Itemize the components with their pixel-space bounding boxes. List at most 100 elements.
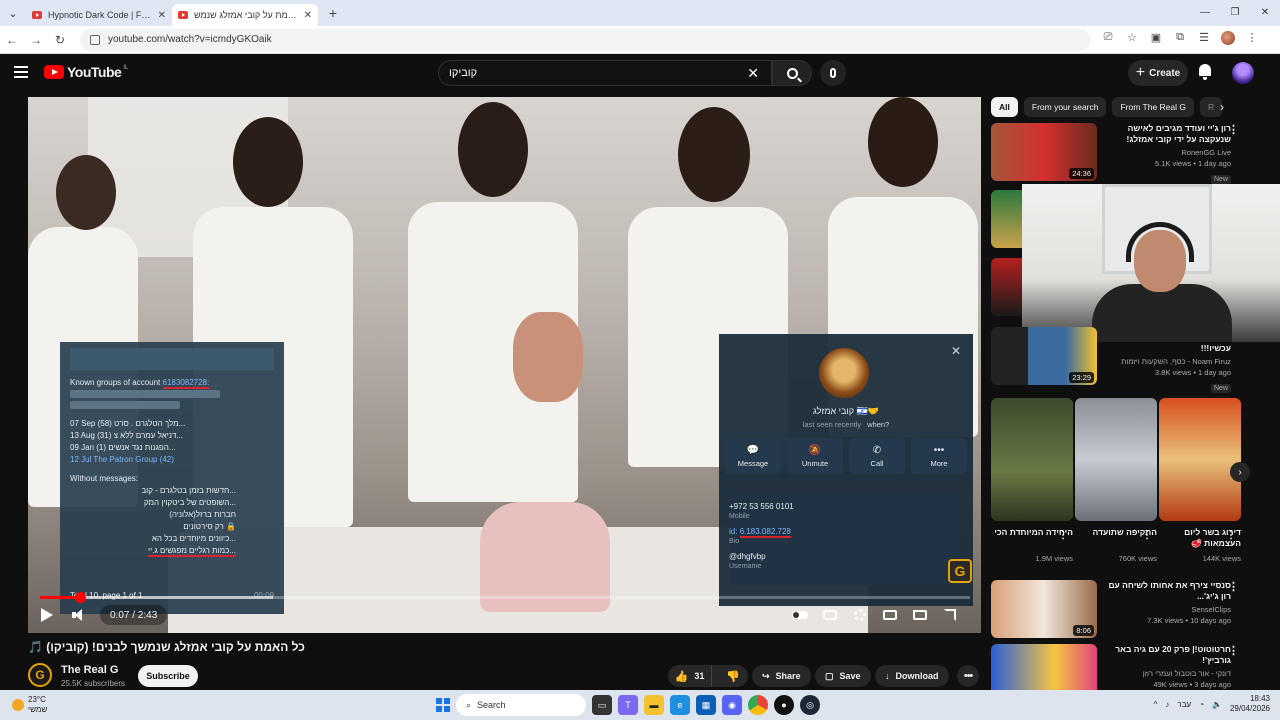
maximize-icon[interactable]: ❐	[1220, 0, 1250, 24]
fullscreen-button[interactable]	[940, 606, 960, 624]
windows-start-icon[interactable]	[436, 698, 450, 712]
profile-avatar[interactable]	[1216, 31, 1240, 48]
language-indicator[interactable]: עבר	[1177, 700, 1191, 709]
share-button[interactable]: ↪ Share	[752, 665, 811, 687]
subscribe-button[interactable]: Subscribe	[138, 665, 198, 687]
related-video[interactable]: 8:06 סנסיי צירף את אחותו לשיחה עם רון ג'…	[991, 580, 1251, 640]
play-button[interactable]	[41, 608, 53, 622]
youtube-logo[interactable]: YouTube IL	[44, 64, 128, 80]
edge-icon[interactable]: e	[670, 695, 690, 715]
speaker-icon[interactable]: 🔈	[1212, 700, 1222, 709]
video-channel[interactable]: Noam Firuz - כסף, השקעות ויזמות	[1101, 357, 1231, 366]
reload-icon[interactable]: ↻	[48, 33, 72, 47]
related-video[interactable]: חרטוטוט!| פרק 20 עם גיה באר גורביץ'! דונ…	[991, 644, 1251, 690]
chrome-icon[interactable]	[748, 695, 768, 715]
video-thumbnail[interactable]	[991, 190, 1023, 248]
hamburger-menu-icon[interactable]	[14, 66, 28, 78]
forward-icon[interactable]: →	[24, 33, 48, 47]
chip-from-search[interactable]: From your search	[1023, 97, 1107, 117]
like-button[interactable]: 👍 31	[668, 665, 712, 687]
taskbar-search[interactable]: ⌕ Search	[456, 694, 586, 716]
video-title[interactable]: עכשיו!!!	[1101, 343, 1231, 354]
video-title[interactable]: סנסיי צירף את אחותו לשיחה עם רון ג'יג'..…	[1101, 580, 1231, 602]
video-channel[interactable]: SenselClips	[1101, 605, 1231, 614]
username-row: @dhgfvbp Username	[729, 552, 959, 570]
weather-widget[interactable]: 23°C שמשי	[12, 695, 47, 715]
minimize-icon[interactable]: —	[1190, 0, 1220, 24]
miniplayer-button[interactable]	[880, 606, 900, 624]
volume-icon[interactable]	[72, 608, 86, 622]
short-thumbnail[interactable]	[1075, 398, 1157, 521]
chip-all[interactable]: All	[991, 97, 1018, 117]
related-video[interactable]: 24:36 רון ג'יי ועודד מגיבים לאישה שנעקצה…	[991, 123, 1251, 184]
video-channel[interactable]: RonenGG Live	[1101, 148, 1231, 157]
short-thumbnail[interactable]	[1159, 398, 1241, 521]
more-options-icon[interactable]: ⋮	[1142, 530, 1152, 541]
more-options-icon[interactable]: ⋮	[1228, 644, 1239, 657]
channel-avatar[interactable]: G	[28, 663, 52, 687]
discord-icon[interactable]: ◉	[722, 695, 742, 715]
mic-tray-icon[interactable]: ♪	[1165, 700, 1169, 709]
tab-search-icon[interactable]: ☰	[1192, 31, 1216, 48]
extension-icon[interactable]: ▣	[1144, 31, 1168, 48]
short-thumbnail[interactable]	[991, 398, 1073, 521]
voice-search-button[interactable]	[820, 60, 846, 86]
site-info-icon[interactable]	[90, 34, 100, 45]
teams-icon[interactable]: T	[618, 695, 638, 715]
more-options-icon[interactable]: ⋮	[1228, 123, 1239, 136]
steam-icon[interactable]: ◎	[800, 695, 820, 715]
wifi-icon[interactable]: ◔	[1199, 700, 1204, 709]
tray-chevron-icon[interactable]: ^	[1154, 700, 1158, 709]
tab-search-icon[interactable]: ⌄	[0, 0, 26, 26]
url-input[interactable]: youtube.com/watch?v=icmdyGKOaik	[80, 28, 1090, 51]
create-button[interactable]: + Create	[1128, 60, 1188, 86]
video-player[interactable]: Known groups of account 6183082728: 07 S…	[28, 97, 981, 633]
download-button[interactable]: ↓ Download	[875, 665, 949, 687]
autoplay-toggle[interactable]	[790, 606, 810, 624]
video-title[interactable]: רון ג'יי ועודד מגיבים לאישה שנעקצה על יד…	[1101, 123, 1231, 145]
bookmark-star-icon[interactable]: ☆	[1120, 31, 1144, 48]
more-actions-button[interactable]: •••	[957, 665, 979, 687]
channel-watermark-icon[interactable]: G	[948, 559, 972, 583]
browser-menu-icon[interactable]: ⋮	[1240, 31, 1264, 48]
close-tab-icon[interactable]: ✕	[158, 10, 166, 21]
cast-button[interactable]	[910, 606, 930, 624]
cast-icon[interactable]: ⎚	[1096, 31, 1120, 48]
chevron-right-icon[interactable]: ›	[1220, 100, 1224, 114]
chip-from-channel[interactable]: From The Real G	[1112, 97, 1194, 117]
new-tab-button[interactable]: +	[322, 5, 344, 21]
dislike-button[interactable]: 👎	[718, 670, 748, 683]
task-view-icon[interactable]: ▭	[592, 695, 612, 715]
close-tab-icon[interactable]: ✕	[304, 10, 312, 21]
clock[interactable]: 18:43 29/04/2026	[1230, 694, 1270, 714]
search-input[interactable]: קוביקו ✕	[438, 60, 772, 86]
settings-button[interactable]	[850, 606, 870, 624]
extensions-puzzle-icon[interactable]: ⧉	[1168, 31, 1192, 48]
back-icon[interactable]: ←	[0, 33, 24, 47]
channel-name[interactable]: The Real G	[61, 664, 118, 676]
video-thumbnail[interactable]	[991, 258, 1023, 316]
video-thumbnail[interactable]	[991, 644, 1097, 690]
scrubber-handle[interactable]	[74, 592, 86, 603]
more-options-icon[interactable]: ⋮	[1228, 580, 1239, 593]
video-title[interactable]: חרטוטוט!| פרק 20 עם גיה באר גורביץ'!	[1101, 644, 1231, 666]
obs-icon[interactable]: ●	[774, 695, 794, 715]
browser-tab-1[interactable]: Hypnotic Dark Code | Futuristi ✕	[26, 4, 172, 26]
related-video[interactable]: 23:29 עכשיו!!! Noam Firuz - כסף, השקעות …	[991, 327, 1251, 393]
store-icon[interactable]: ▦	[696, 695, 716, 715]
notifications-bell-icon[interactable]	[1198, 64, 1212, 80]
progress-bar[interactable]	[40, 592, 970, 603]
more-options-icon[interactable]: ⋮	[1058, 530, 1068, 541]
browser-tab-2[interactable]: כל האמת על קובי אמזלג שנמש ✕	[172, 4, 318, 26]
save-button[interactable]: ▢ Save	[815, 665, 871, 687]
shorts-next-icon[interactable]: ›	[1230, 462, 1250, 482]
more-options-icon[interactable]: ⋮	[1226, 530, 1236, 541]
file-explorer-icon[interactable]: ▬	[644, 695, 664, 715]
clear-search-icon[interactable]: ✕	[747, 65, 759, 82]
search-button[interactable]	[772, 60, 812, 86]
chip-related[interactable]: R	[1200, 97, 1223, 117]
close-window-icon[interactable]: ✕	[1250, 0, 1280, 24]
account-avatar[interactable]	[1232, 62, 1254, 84]
video-channel[interactable]: דונקי - אור בוטבול ועמרי רוזן	[1101, 669, 1231, 678]
captions-button[interactable]	[820, 606, 840, 624]
